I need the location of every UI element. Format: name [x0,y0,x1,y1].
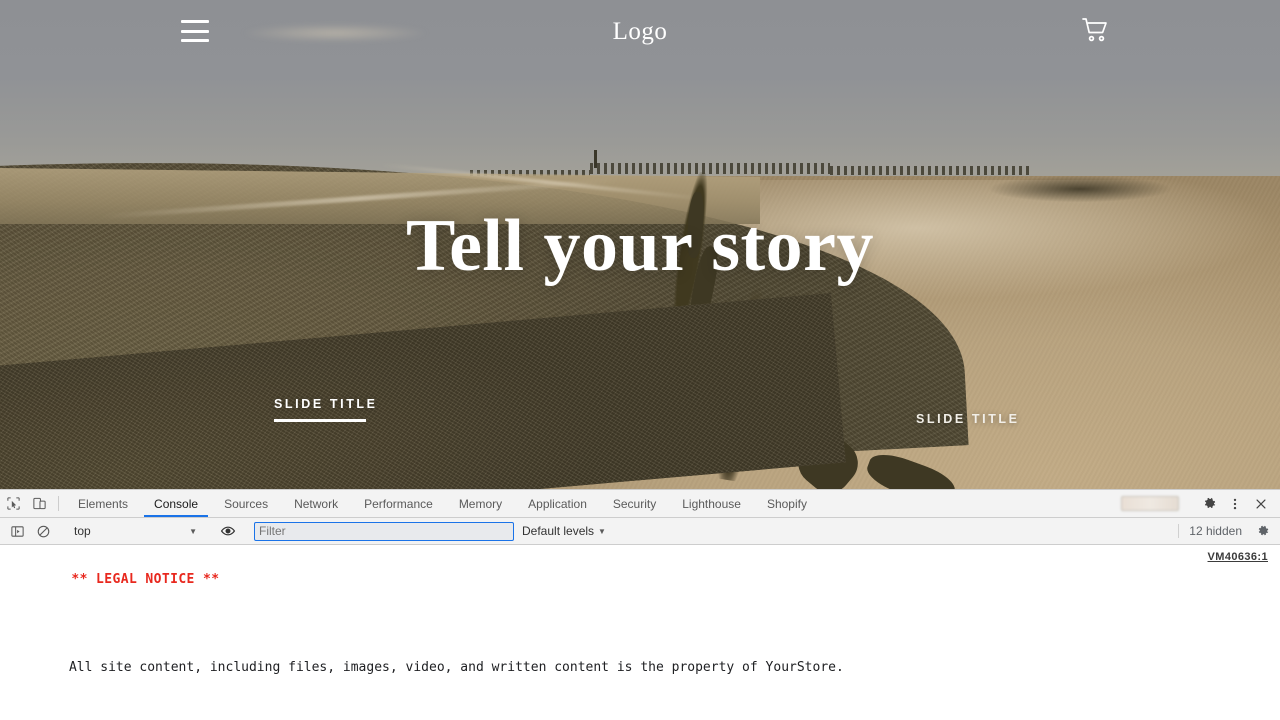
live-expression-eye-icon[interactable] [215,523,241,539]
tab-network[interactable]: Network [281,490,351,517]
hero-treeline [590,163,830,174]
console-sidebar-icon[interactable] [4,524,30,539]
close-icon[interactable] [1248,497,1274,511]
console-message-text: ** LEGAL NOTICE ** [71,572,220,588]
console-output[interactable]: ** LEGAL NOTICE ** VM40636:1 All site co… [0,545,1280,720]
tab-sources[interactable]: Sources [211,490,281,517]
slide-title-1[interactable]: SLIDE TITLE [274,397,378,411]
console-levels-select[interactable]: Default levels ▼ [522,524,606,538]
tab-shopify[interactable]: Shopify [754,490,820,517]
devtools-status-badge[interactable] [1121,496,1179,511]
tab-security[interactable]: Security [600,490,669,517]
devtools-tab-list: Elements Console Sources Network Perform… [65,490,820,517]
console-context-select[interactable]: top ▼ [69,522,202,541]
hero-dark-patch [990,176,1170,202]
slide-title-2[interactable]: SLIDE TITLE [916,412,1020,426]
site-viewport: Logo Tell your story SLIDE TITLE SLIDE T… [0,0,1280,489]
tab-console[interactable]: Console [141,490,211,517]
hero-title: Tell your story [406,205,874,287]
console-message-legal-notice: ** LEGAL NOTICE ** VM40636:1 [0,545,1280,633]
tab-elements[interactable]: Elements [65,490,141,517]
hero-cypress-spire [594,150,597,168]
toolbar-divider [58,496,59,511]
devtools-tabbar-actions [1121,490,1280,517]
console-message-warning: Any attempts to mimic said content, or u… [0,702,1280,720]
console-filter-input[interactable] [254,521,514,541]
inspect-element-icon[interactable] [0,490,26,517]
devtools-panel: Elements Console Sources Network Perform… [0,489,1280,720]
console-hidden-label: 12 hidden [1189,524,1242,538]
console-context-value: top [74,524,91,538]
chevron-down-icon: ▼ [598,526,606,536]
console-filter-toolbar: top ▼ Default levels ▼ 12 hidden [0,518,1280,545]
slide-active-indicator [274,419,366,422]
console-settings-gear-icon[interactable] [1250,524,1276,538]
site-header: Logo [0,0,1280,62]
console-levels-label: Default levels [522,524,595,538]
tab-lighthouse[interactable]: Lighthouse [669,490,754,517]
console-hidden-count: 12 hidden [1178,524,1276,538]
console-source-link[interactable]: VM40636:1 [1208,549,1268,567]
kebab-menu-icon[interactable] [1222,497,1248,511]
console-message-ownership: All site content, including files, image… [0,633,1280,702]
devtools-tabbar: Elements Console Sources Network Perform… [0,490,1280,518]
console-message-text: All site content, including files, image… [68,660,844,676]
gear-icon[interactable] [1196,496,1222,511]
chevron-down-icon: ▼ [189,526,197,536]
tab-memory[interactable]: Memory [446,490,515,517]
hero-treeline [830,166,1030,175]
tab-performance[interactable]: Performance [351,490,446,517]
clear-console-icon[interactable] [30,524,56,539]
device-toolbar-icon[interactable] [26,490,52,517]
tab-application[interactable]: Application [515,490,600,517]
shopping-cart-icon[interactable] [1077,12,1113,48]
